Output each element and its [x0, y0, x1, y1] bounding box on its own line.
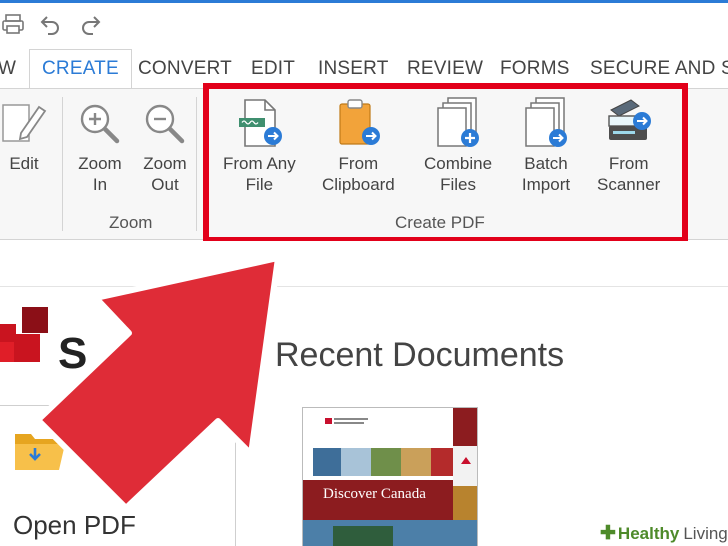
zoom-in-icon: [72, 95, 128, 153]
zoom-group-label: Zoom: [109, 213, 153, 232]
undo-icon[interactable]: [37, 10, 63, 38]
thumbnail-title: Discover Canada: [323, 486, 426, 502]
content-divider: [0, 286, 728, 287]
ribbon-separator: [62, 97, 63, 231]
ribbon-tabs: W CREATE CONVERT EDIT INSERT REVIEW FORM…: [0, 48, 728, 89]
pencil-icon: [0, 95, 52, 153]
app-logo-icon: [0, 304, 60, 384]
plus-icon: ✚: [600, 523, 616, 544]
edit-button[interactable]: Edit: [0, 95, 52, 174]
ribbon-separator: [196, 97, 197, 231]
open-pdf-label[interactable]: Open PDF: [13, 510, 136, 541]
zoom-in-button[interactable]: Zoom In: [72, 95, 128, 195]
tab-view[interactable]: W: [0, 50, 16, 88]
window-top-accent: [0, 0, 728, 3]
zoom-in-label: Zoom In: [78, 154, 122, 194]
zoom-out-icon: [137, 95, 193, 153]
edit-label: Edit: [9, 154, 39, 173]
quick-access-toolbar: [0, 6, 728, 42]
create-pdf-highlight-box: [203, 83, 688, 243]
open-folder-icon: [13, 426, 67, 479]
app-logo-text: S: [58, 329, 88, 378]
watermark-healthy: Healthy: [617, 523, 680, 543]
healthy-living-watermark: ✚ Healthy Living: [596, 521, 728, 546]
watermark-living: Living: [683, 523, 728, 543]
open-pdf-panel[interactable]: Open PDF: [0, 405, 236, 546]
recent-document-thumbnail[interactable]: Discover Canada: [302, 407, 478, 546]
redo-icon[interactable]: [78, 10, 104, 38]
recent-documents-title: Recent Documents: [275, 336, 565, 374]
zoom-out-label: Zoom Out: [143, 154, 187, 194]
printer-icon[interactable]: [0, 10, 26, 38]
zoom-out-button[interactable]: Zoom Out: [137, 95, 193, 195]
tab-create[interactable]: CREATE: [29, 49, 132, 89]
main-content: S Recent Documents Open PDF Discover Can…: [0, 241, 728, 546]
